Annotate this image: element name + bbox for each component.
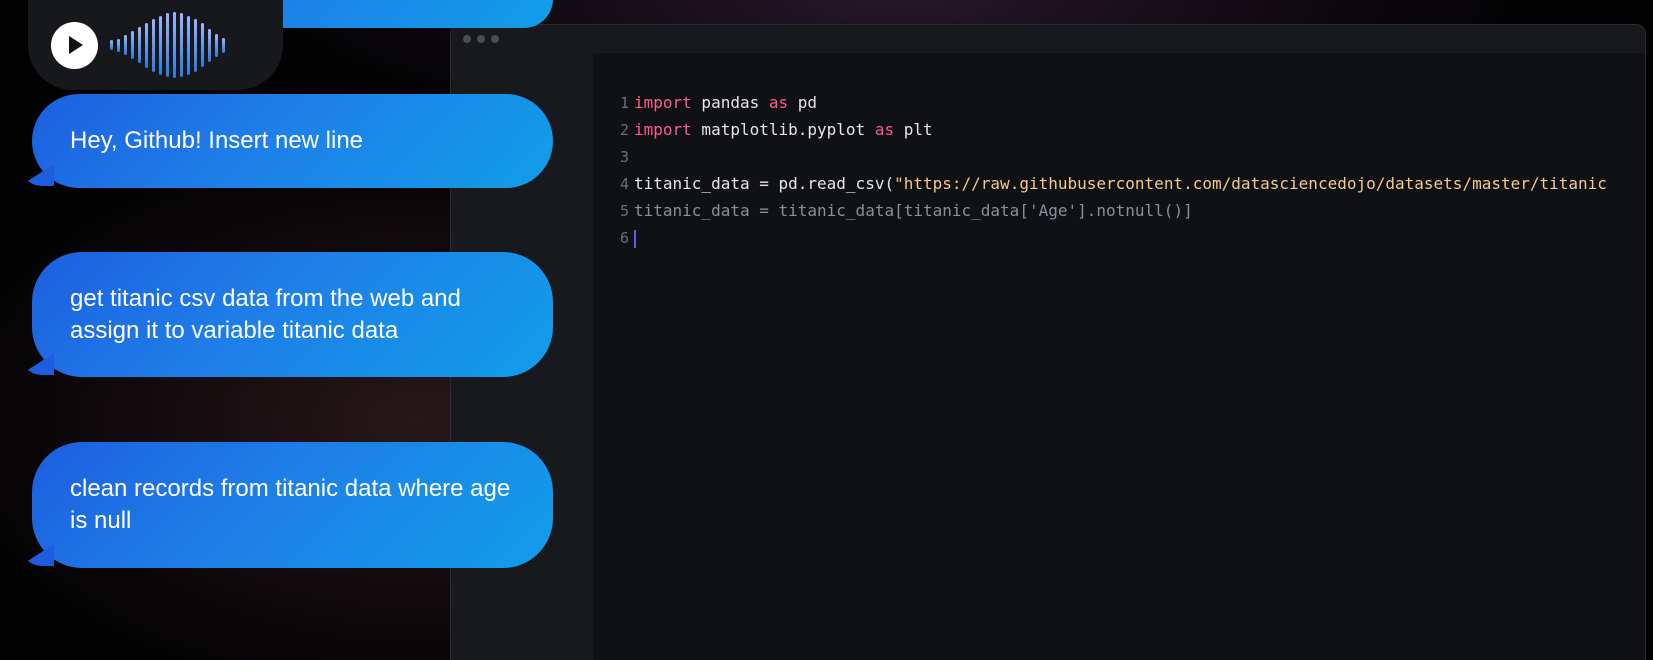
window-controls — [463, 35, 499, 43]
line-number: 6 — [619, 229, 629, 247]
code-token: titanic_data = pd.read_csv( — [634, 174, 895, 193]
chat-message-bubble: clean records from titanic data where ag… — [20, 442, 553, 568]
stage: 1 import pandas as pd 2 import matplotlib.… — [0, 0, 1653, 660]
waveform-bar — [208, 28, 211, 62]
keyword-token: as — [768, 93, 789, 112]
line-number: 3 — [619, 148, 629, 166]
waveform-bar — [145, 22, 148, 68]
code-token: matplotlib.pyplot — [691, 120, 875, 139]
code-line-6[interactable]: 6 — [593, 224, 636, 251]
waveform-bar — [222, 37, 225, 53]
chat-message-bubble: get titanic csv data from the web and as… — [20, 252, 553, 377]
waveform-bar — [117, 38, 120, 52]
waveform-bar — [166, 13, 169, 77]
audio-waveform[interactable] — [110, 12, 225, 78]
waveform-bar — [159, 15, 162, 75]
keyword-token: import — [634, 120, 692, 139]
line-number: 4 — [619, 175, 629, 193]
waveform-bar — [187, 15, 190, 75]
waveform-bar — [124, 35, 127, 55]
window-dot-icon[interactable] — [491, 35, 499, 43]
line-number: 1 — [619, 94, 629, 112]
code-token: pd — [788, 93, 818, 112]
code-editor[interactable]: 1 import pandas as pd 2 import matplotlib.… — [593, 53, 1645, 660]
code-token: plt — [894, 120, 933, 139]
code-line-5[interactable]: 5 titanic_data = titanic_data[titanic_dat… — [593, 197, 1193, 224]
keyword-token: as — [874, 120, 895, 139]
window-dot-icon[interactable] — [463, 35, 471, 43]
waveform-bar — [180, 13, 183, 77]
waveform-bar — [173, 12, 176, 78]
bubble-tail — [20, 353, 54, 375]
code-token: pandas — [691, 93, 769, 112]
waveform-bar — [138, 27, 141, 63]
waveform-bar — [131, 31, 134, 59]
string-token: "https://raw.githubusercontent.com/datas… — [894, 174, 1607, 193]
editor-window: 1 import pandas as pd 2 import matplotlib.… — [450, 24, 1646, 660]
window-dot-icon[interactable] — [477, 35, 485, 43]
code-line-1[interactable]: 1 import pandas as pd — [593, 89, 817, 116]
waveform-bar — [201, 23, 204, 67]
waveform-bar — [194, 18, 197, 72]
play-button[interactable] — [51, 22, 98, 69]
chat-message-bubble: Hey, Github! Insert new line — [20, 94, 553, 188]
code-line-2[interactable]: 2 import matplotlib.pyplot as plt — [593, 116, 933, 143]
code-line-4[interactable]: 4 titanic_data = pd.read_csv("https://raw… — [593, 170, 1607, 197]
bubble-tail — [20, 544, 54, 566]
voice-note-player — [28, 0, 283, 90]
line-number: 2 — [619, 121, 629, 139]
line-number: 5 — [619, 202, 629, 220]
waveform-bar — [215, 33, 218, 57]
message-text: get titanic csv data from the web and as… — [70, 284, 461, 344]
keyword-token: import — [634, 93, 692, 112]
waveform-bar — [152, 18, 155, 72]
waveform-bar — [110, 40, 113, 50]
bubble-tail — [20, 164, 54, 186]
message-text: clean records from titanic data where ag… — [70, 475, 511, 534]
text-cursor — [634, 229, 636, 248]
code-token: titanic_data = titanic_data[titanic_data… — [634, 201, 1193, 220]
play-icon — [69, 36, 83, 54]
message-text: Hey, Github! Insert new line — [70, 127, 364, 154]
code-line-3[interactable]: 3 — [593, 143, 634, 170]
